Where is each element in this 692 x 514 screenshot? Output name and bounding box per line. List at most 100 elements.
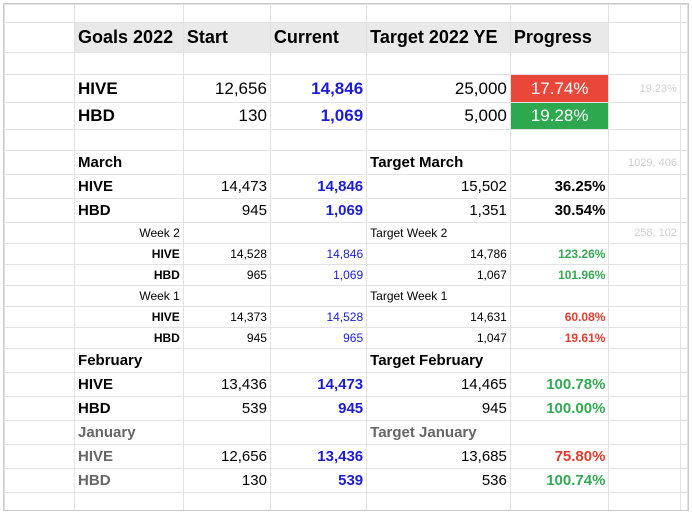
section-label[interactable]: Week 2 xyxy=(74,222,184,244)
march-row-hive: HIVE 14,473 14,846 15,502 36.25% xyxy=(4,174,688,199)
ye-start[interactable]: 130 xyxy=(182,102,271,130)
week2-row-hbd: HBD 965 1,069 1,067 101.96% xyxy=(4,264,688,286)
week1-row-hive: HIVE 14,373 14,528 14,631 60.08% xyxy=(4,306,688,328)
row-target[interactable]: 945 xyxy=(366,396,511,421)
ye-side-note[interactable]: 19.23% xyxy=(608,74,681,103)
february-row-hbd: HBD 539 945 945 100.00% xyxy=(4,396,688,421)
spacer-row xyxy=(4,492,688,510)
section-target-label[interactable]: Target Week 2 xyxy=(366,222,511,244)
spreadsheet-view: Goals 2022 Start Current Target 2022 YE … xyxy=(3,3,689,511)
ye-target[interactable]: 25,000 xyxy=(366,74,511,103)
row-current[interactable]: 945 xyxy=(269,396,368,421)
row-target[interactable]: 15,502 xyxy=(366,174,511,199)
january-row-hbd: HBD 130 539 536 100.74% xyxy=(4,468,688,493)
row-current[interactable]: 14,473 xyxy=(269,372,368,397)
section-target-label[interactable]: Target January xyxy=(366,420,511,445)
row-target[interactable]: 1,351 xyxy=(366,198,511,223)
section-side-note[interactable]: 258, 102 xyxy=(608,222,681,244)
spacer-row xyxy=(4,52,688,75)
row-progress[interactable]: 60.08% xyxy=(509,306,610,328)
row-label[interactable]: HIVE xyxy=(74,243,184,265)
row-target[interactable]: 1,067 xyxy=(366,264,511,286)
row-target[interactable]: 13,685 xyxy=(366,444,511,469)
ye-current[interactable]: 14,846 xyxy=(269,74,368,103)
row-current[interactable]: 14,846 xyxy=(269,243,368,265)
section-target-label[interactable]: Target March xyxy=(366,150,511,175)
february-row-hive: HIVE 13,436 14,473 14,465 100.78% xyxy=(4,372,688,397)
row-start[interactable]: 965 xyxy=(182,264,271,286)
march-row-hbd: HBD 945 1,069 1,351 30.54% xyxy=(4,198,688,223)
section-target-label[interactable]: Target Week 1 xyxy=(366,285,511,307)
ye-label[interactable]: HBD xyxy=(74,102,184,130)
row-label[interactable]: HIVE xyxy=(74,372,184,397)
section-target-label[interactable]: Target February xyxy=(366,348,511,373)
row-label[interactable]: HBD xyxy=(74,264,184,286)
row-current[interactable]: 14,528 xyxy=(269,306,368,328)
row-target[interactable]: 14,786 xyxy=(366,243,511,265)
row-target[interactable]: 14,465 xyxy=(366,372,511,397)
row-label[interactable]: HIVE xyxy=(74,306,184,328)
ye-start[interactable]: 12,656 xyxy=(182,74,271,103)
header-start[interactable]: Start xyxy=(182,22,271,53)
row-start[interactable]: 12,656 xyxy=(182,444,271,469)
section-label[interactable]: January xyxy=(74,420,184,445)
row-label[interactable]: HBD xyxy=(74,396,184,421)
section-side-note[interactable]: 1029, 406 xyxy=(608,150,681,175)
header-current[interactable]: Current xyxy=(269,22,368,53)
february-header-row: February Target February xyxy=(4,348,688,373)
row-progress[interactable]: 100.74% xyxy=(509,468,610,493)
row-start[interactable]: 539 xyxy=(182,396,271,421)
header-goals[interactable]: Goals 2022 xyxy=(74,22,184,53)
row-label[interactable]: HIVE xyxy=(74,444,184,469)
ye-current[interactable]: 1,069 xyxy=(269,102,368,130)
row-start[interactable]: 14,473 xyxy=(182,174,271,199)
row-target[interactable]: 1,047 xyxy=(366,327,511,349)
january-header-row: January Target January xyxy=(4,420,688,445)
week2-header-row: Week 2 Target Week 2 258, 102 xyxy=(4,222,688,244)
row-progress[interactable]: 30.54% xyxy=(509,198,610,223)
ye-target[interactable]: 5,000 xyxy=(366,102,511,130)
row-current[interactable]: 1,069 xyxy=(269,264,368,286)
row-label[interactable]: HBD xyxy=(74,468,184,493)
row-progress[interactable]: 36.25% xyxy=(509,174,610,199)
header-target[interactable]: Target 2022 YE xyxy=(366,22,511,53)
row-label[interactable]: HIVE xyxy=(74,174,184,199)
header-row: Goals 2022 Start Current Target 2022 YE … xyxy=(4,22,688,53)
row-progress[interactable]: 100.00% xyxy=(509,396,610,421)
row-progress[interactable]: 100.78% xyxy=(509,372,610,397)
row-current[interactable]: 1,069 xyxy=(269,198,368,223)
row-start[interactable]: 945 xyxy=(182,198,271,223)
row-target[interactable]: 536 xyxy=(366,468,511,493)
row-current[interactable]: 14,846 xyxy=(269,174,368,199)
row-start[interactable]: 14,528 xyxy=(182,243,271,265)
header-progress[interactable]: Progress xyxy=(509,22,610,53)
ye-progress-badge[interactable]: 19.28% xyxy=(509,102,610,130)
week1-header-row: Week 1 Target Week 1 xyxy=(4,285,688,307)
row-start[interactable]: 13,436 xyxy=(182,372,271,397)
week1-row-hbd: HBD 945 965 1,047 19.61% xyxy=(4,327,688,349)
section-label[interactable]: February xyxy=(74,348,184,373)
week2-row-hive: HIVE 14,528 14,846 14,786 123.26% xyxy=(4,243,688,265)
row-current[interactable]: 13,436 xyxy=(269,444,368,469)
row-current[interactable]: 965 xyxy=(269,327,368,349)
row-label[interactable]: HBD xyxy=(74,198,184,223)
spreadsheet-grid: Goals 2022 Start Current Target 2022 YE … xyxy=(4,4,688,510)
row-progress[interactable]: 123.26% xyxy=(509,243,610,265)
row-progress[interactable]: 101.96% xyxy=(509,264,610,286)
section-label[interactable]: March xyxy=(74,150,184,175)
section-label[interactable]: Week 1 xyxy=(74,285,184,307)
ye-label[interactable]: HIVE xyxy=(74,74,184,103)
row-start[interactable]: 130 xyxy=(182,468,271,493)
ye-row-hive: HIVE 12,656 14,846 25,000 17.74% 19.23% xyxy=(4,74,688,103)
row-start[interactable]: 945 xyxy=(182,327,271,349)
row-label[interactable]: HBD xyxy=(74,327,184,349)
row-progress[interactable]: 19.61% xyxy=(509,327,610,349)
january-row-hive: HIVE 12,656 13,436 13,685 75.80% xyxy=(4,444,688,469)
row-start[interactable]: 14,373 xyxy=(182,306,271,328)
march-header-row: March Target March 1029, 406 xyxy=(4,150,688,175)
ye-progress-badge[interactable]: 17.74% xyxy=(509,74,610,103)
row-progress[interactable]: 75.80% xyxy=(509,444,610,469)
spacer-row xyxy=(4,129,688,151)
row-target[interactable]: 14,631 xyxy=(366,306,511,328)
row-current[interactable]: 539 xyxy=(269,468,368,493)
